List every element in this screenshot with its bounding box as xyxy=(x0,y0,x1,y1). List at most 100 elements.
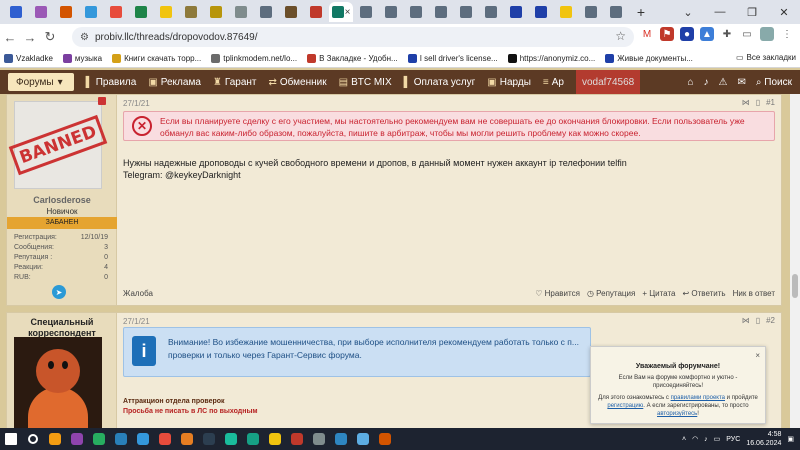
post-action[interactable]: ◷ Репутация xyxy=(587,289,635,298)
tab[interactable] xyxy=(579,2,603,22)
extension-icon[interactable]: ● xyxy=(680,27,694,41)
bookmark-item[interactable]: tplinkmodem.net/lo... xyxy=(211,54,297,63)
taskbar-app-icon[interactable] xyxy=(242,428,264,450)
post-action[interactable]: + Цитата xyxy=(642,289,675,298)
battery-icon[interactable]: ▭ xyxy=(714,435,721,443)
clock[interactable]: 4:58 16.06.2024 xyxy=(746,430,781,448)
post-date[interactable]: 27/1/21 xyxy=(123,317,150,326)
bookmark-item[interactable]: музыка xyxy=(62,54,102,63)
tab[interactable] xyxy=(354,2,378,22)
taskbar-app-icon[interactable] xyxy=(154,428,176,450)
forum-nav-item[interactable]: ⇄ Обменник xyxy=(269,77,327,88)
forum-nav-item[interactable]: ▌ Оплата услуг xyxy=(404,77,476,88)
maximize-button[interactable]: ❐ xyxy=(736,0,768,24)
tab[interactable] xyxy=(229,2,253,22)
bookmark-item[interactable]: Vzakladke xyxy=(4,54,53,63)
mail-icon[interactable]: ✉ xyxy=(738,77,746,88)
username[interactable]: Carlosderose xyxy=(7,195,117,205)
profile-avatar[interactable] xyxy=(760,27,774,41)
address-bar[interactable]: ⚙ probiv.llc/threads/dropovodov.87649/ ☆ xyxy=(72,27,634,47)
lock-icon[interactable]: ⌂ xyxy=(687,77,693,88)
scrollbar-thumb[interactable] xyxy=(792,274,798,298)
taskbar-app-icon[interactable] xyxy=(88,428,110,450)
tab[interactable] xyxy=(4,2,28,22)
sidebar-icon[interactable]: ▭ xyxy=(740,27,754,41)
tab[interactable] xyxy=(429,2,453,22)
taskbar-app-icon[interactable] xyxy=(198,428,220,450)
rules-link[interactable]: правилами проекта xyxy=(671,395,725,401)
taskbar-app-icon[interactable] xyxy=(220,428,242,450)
gmail-icon[interactable]: M xyxy=(640,27,654,41)
menu-kebab-icon[interactable]: ⋮ xyxy=(780,27,794,41)
tab-close-icon[interactable]: × xyxy=(345,7,351,18)
search-link[interactable]: ⌕ Поиск xyxy=(756,77,792,88)
tab[interactable] xyxy=(104,2,128,22)
tab[interactable] xyxy=(254,2,278,22)
bookmark-icon[interactable]: ▯ xyxy=(756,316,760,325)
volume-icon[interactable]: ♪ xyxy=(704,436,708,443)
post-action[interactable]: Ник в ответ xyxy=(733,289,775,298)
flag-icon[interactable]: ⚑ xyxy=(660,27,674,41)
taskbar-app-icon[interactable] xyxy=(132,428,154,450)
bookmark-item[interactable]: I sell driver's license... xyxy=(407,54,498,63)
minimize-button[interactable]: — xyxy=(704,0,736,24)
extensions-puzzle-icon[interactable]: ✚ xyxy=(720,27,734,41)
language-indicator[interactable]: РУС xyxy=(726,436,740,443)
forum-nav-item[interactable]: ▣ Нарды xyxy=(487,77,531,88)
taskbar-app-icon[interactable] xyxy=(110,428,132,450)
taskbar-app-icon[interactable] xyxy=(66,428,88,450)
user-account-menu[interactable]: vodaf74568 xyxy=(575,70,641,94)
tab[interactable] xyxy=(504,2,528,22)
taskbar-app-icon[interactable] xyxy=(374,428,396,450)
extension-icon[interactable]: ▲ xyxy=(700,27,714,41)
taskbar-app-icon[interactable] xyxy=(264,428,286,450)
avatar[interactable]: BANNED xyxy=(8,101,108,189)
telegram-icon[interactable]: ➤ xyxy=(52,285,66,299)
register-link[interactable]: регистрацию xyxy=(607,403,643,409)
bookmark-icon[interactable]: ▯ xyxy=(756,98,760,107)
login-link[interactable]: авторизуйтесь xyxy=(657,411,697,417)
forum-nav-item[interactable]: Форумы ▾ xyxy=(8,73,74,91)
post-date[interactable]: 27/1/21 xyxy=(123,99,150,108)
tab[interactable] xyxy=(479,2,503,22)
wifi-icon[interactable]: ◠ xyxy=(692,435,698,443)
post-action[interactable]: ♡ Нравится xyxy=(535,289,580,298)
bookmark-item[interactable]: Книги скачать торр... xyxy=(112,54,201,63)
notification-icon[interactable]: ▣ xyxy=(787,435,794,443)
start-icon[interactable] xyxy=(0,428,22,450)
bell-icon[interactable]: ♪ xyxy=(704,77,709,88)
search-icon[interactable] xyxy=(22,428,44,450)
reload-icon[interactable]: ↻ xyxy=(40,29,60,45)
bookmark-item[interactable]: https://anonymiz.co... xyxy=(507,54,595,63)
bookmark-star-icon[interactable]: ☆ xyxy=(615,29,626,43)
tab[interactable] xyxy=(79,2,103,22)
tab[interactable] xyxy=(454,2,478,22)
tab-search-button[interactable]: ⌄ xyxy=(672,0,704,24)
avatar[interactable] xyxy=(14,337,102,428)
tab[interactable] xyxy=(204,2,228,22)
bookmark-item[interactable]: Живые документы... xyxy=(605,54,693,63)
tab[interactable] xyxy=(279,2,303,22)
tray-chevron-icon[interactable]: ˄ xyxy=(682,436,686,443)
close-icon[interactable]: × xyxy=(755,351,760,360)
tab[interactable] xyxy=(379,2,403,22)
forum-nav-item[interactable]: ▌ Правила xyxy=(86,77,137,88)
post-action[interactable]: ↩ Ответить xyxy=(682,289,725,298)
taskbar-app-icon[interactable] xyxy=(176,428,198,450)
taskbar-app-icon[interactable] xyxy=(308,428,330,450)
tab-active[interactable]: × xyxy=(329,2,353,22)
tab[interactable] xyxy=(529,2,553,22)
tab[interactable] xyxy=(129,2,153,22)
tab[interactable] xyxy=(554,2,578,22)
share-icon[interactable]: ⋈ xyxy=(742,98,750,107)
taskbar-app-icon[interactable] xyxy=(330,428,352,450)
forum-nav-item[interactable]: ♜ Гарант xyxy=(213,77,257,88)
close-window-button[interactable]: ✕ xyxy=(768,0,800,24)
all-bookmarks[interactable]: ▭ Все закладки xyxy=(736,53,796,62)
bookmark-item[interactable]: В Закладке - Удобн... xyxy=(307,54,398,63)
report-link[interactable]: Жалоба xyxy=(123,289,153,298)
tab[interactable] xyxy=(404,2,428,22)
back-icon[interactable]: ← xyxy=(0,30,20,45)
forward-icon[interactable]: → xyxy=(20,30,40,45)
taskbar-app-icon[interactable] xyxy=(44,428,66,450)
